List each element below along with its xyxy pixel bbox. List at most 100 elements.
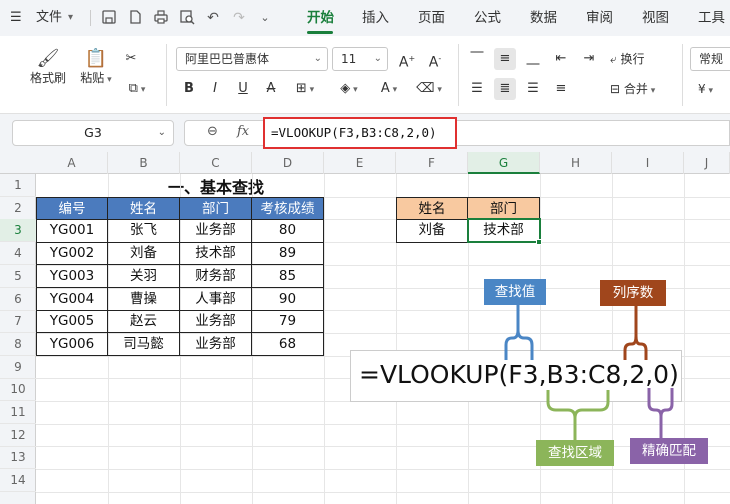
table-cell[interactable]: 关羽 <box>108 264 180 288</box>
table-cell[interactable]: 业务部 <box>180 332 252 357</box>
align-middle-icon[interactable]: ≡ <box>494 48 516 70</box>
table-cell[interactable]: 财务部 <box>180 264 252 288</box>
copy-icon[interactable]: ⧉ ▾ <box>120 78 154 100</box>
indent-decrease-icon[interactable]: ⇤ <box>550 48 572 70</box>
table-cell[interactable]: 人事部 <box>180 287 252 311</box>
row-header-4[interactable]: 4 <box>0 242 36 266</box>
bold-icon[interactable]: B <box>178 78 200 100</box>
format-painter-button[interactable]: 🖌 格式刷 <box>26 48 70 86</box>
row-header-14[interactable]: 14 <box>0 469 36 493</box>
row-header-3[interactable]: 3 <box>0 219 36 243</box>
table-cell[interactable]: 80 <box>252 219 324 243</box>
fill-handle[interactable] <box>536 239 542 246</box>
print-preview-icon[interactable] <box>178 9 196 27</box>
lookup-header-cell[interactable]: 部门 <box>468 196 540 220</box>
align-bottom-icon[interactable]: ⎽ <box>522 48 544 70</box>
redo-icon[interactable]: ↷ <box>230 9 248 27</box>
strikethrough-icon[interactable]: A <box>260 78 282 100</box>
table-cell[interactable]: YG003 <box>36 264 108 288</box>
column-header-a[interactable]: A <box>36 152 108 174</box>
justify-icon[interactable]: ≡ <box>550 78 572 100</box>
column-header-j[interactable]: J <box>684 152 730 174</box>
table-cell[interactable]: 89 <box>252 242 324 266</box>
table-header-cell[interactable]: 编号 <box>36 196 108 220</box>
row-header-1[interactable]: 1 <box>0 174 36 197</box>
column-header-b[interactable]: B <box>108 152 180 174</box>
cut-icon[interactable]: ✂ <box>120 48 142 70</box>
table-cell[interactable]: 85 <box>252 264 324 288</box>
indent-increase-icon[interactable]: ⇥ <box>578 48 600 70</box>
tab-formulas[interactable]: 公式 <box>474 0 501 36</box>
table-cell[interactable]: 90 <box>252 287 324 311</box>
table-cell[interactable]: 司马懿 <box>108 332 180 357</box>
table-cell[interactable]: 技术部 <box>180 242 252 266</box>
font-size-select[interactable]: 11 ⌄ <box>332 47 388 71</box>
row-header-2[interactable]: 2 <box>0 197 36 220</box>
column-header-g[interactable]: G <box>468 152 540 174</box>
italic-icon[interactable]: I <box>204 78 226 100</box>
row-header-5[interactable]: 5 <box>0 265 36 288</box>
tab-insert[interactable]: 插入 <box>362 0 389 36</box>
tab-tools[interactable]: 工具 <box>698 0 725 36</box>
column-header-e[interactable]: E <box>324 152 396 174</box>
table-cell[interactable]: YG002 <box>36 242 108 266</box>
clear-format-icon[interactable]: ⌫ ▾ <box>412 78 446 100</box>
align-center-icon[interactable]: ≣ <box>494 78 516 100</box>
table-header-cell[interactable]: 部门 <box>180 196 252 220</box>
table-cell[interactable]: 业务部 <box>180 310 252 334</box>
increase-font-icon[interactable]: A+ <box>396 48 418 71</box>
wrap-text-button[interactable]: ⤶ 换行 <box>610 48 645 70</box>
merge-button[interactable]: ⊟ 合并 ▾ <box>610 78 655 102</box>
table-cell[interactable]: 曹操 <box>108 287 180 311</box>
table-cell[interactable]: YG005 <box>36 310 108 334</box>
formula-input[interactable]: =VLOOKUP(F3,B3:C8,2,0) <box>263 117 457 149</box>
table-cell[interactable]: 79 <box>252 310 324 334</box>
table-cell[interactable]: 68 <box>252 332 324 357</box>
table-cell[interactable]: YG006 <box>36 332 108 357</box>
table-header-cell[interactable]: 姓名 <box>108 196 180 220</box>
table-cell[interactable]: 业务部 <box>180 219 252 243</box>
borders-icon[interactable]: ⊞ ▾ <box>288 78 322 100</box>
chevron-down-icon[interactable]: ▾ <box>68 0 73 36</box>
row-header-9[interactable]: 9 <box>0 356 36 379</box>
align-left-icon[interactable]: ☰ <box>466 78 488 100</box>
paste-button[interactable]: 📋 粘贴 ▾ <box>76 48 116 88</box>
lookup-header-cell[interactable]: 姓名 <box>396 196 468 220</box>
underline-icon[interactable]: U <box>232 78 254 100</box>
column-header-f[interactable]: F <box>396 152 468 174</box>
font-color-icon[interactable]: A ▾ <box>372 78 406 100</box>
table-header-cell[interactable]: 考核成绩 <box>252 196 324 220</box>
decrease-font-icon[interactable]: A- <box>424 48 446 71</box>
table-cell[interactable]: 赵云 <box>108 310 180 334</box>
tab-view[interactable]: 视图 <box>642 0 669 36</box>
tab-review[interactable]: 审阅 <box>586 0 613 36</box>
row-header-11[interactable]: 11 <box>0 401 36 424</box>
currency-format-button[interactable]: ¥ ▾ <box>698 78 713 102</box>
row-header-13[interactable]: 13 <box>0 446 36 470</box>
column-header-c[interactable]: C <box>180 152 252 174</box>
print-icon[interactable] <box>152 9 170 27</box>
table-cell[interactable]: YG004 <box>36 287 108 311</box>
undo-icon[interactable]: ↶ <box>204 9 222 27</box>
export-pdf-icon[interactable] <box>126 9 144 27</box>
hamburger-icon[interactable]: ☰ <box>10 0 22 36</box>
number-format-select[interactable]: 常规 <box>690 47 730 71</box>
sheet-grid[interactable]: 一、基本查找 编号 姓名 部门 考核成绩 YG001 张飞 业务部 80 YG002 刘备 技术部 8… <box>36 174 730 504</box>
column-header-h[interactable]: H <box>540 152 612 174</box>
table-cell[interactable]: 刘备 <box>108 242 180 266</box>
table-cell[interactable]: 张飞 <box>108 219 180 243</box>
align-right-icon[interactable]: ☰ <box>522 78 544 100</box>
file-menu[interactable]: 文件 <box>36 0 62 36</box>
align-top-icon[interactable]: ⎺ <box>466 48 488 70</box>
name-box[interactable]: G3 ⌄ <box>12 120 174 146</box>
fill-color-icon[interactable]: ◈ ▾ <box>332 78 366 100</box>
fx-icon[interactable]: fx <box>237 124 249 139</box>
column-header-i[interactable]: I <box>612 152 684 174</box>
lookup-name-cell[interactable]: 刘备 <box>396 219 468 243</box>
zoom-icon[interactable]: ⊖ <box>207 124 218 139</box>
row-header-6[interactable]: 6 <box>0 288 36 311</box>
font-name-select[interactable]: 阿里巴巴普惠体 ⌄ <box>176 47 328 71</box>
row-header-7[interactable]: 7 <box>0 310 36 334</box>
row-header-10[interactable]: 10 <box>0 378 36 402</box>
row-header-12[interactable]: 12 <box>0 424 36 447</box>
